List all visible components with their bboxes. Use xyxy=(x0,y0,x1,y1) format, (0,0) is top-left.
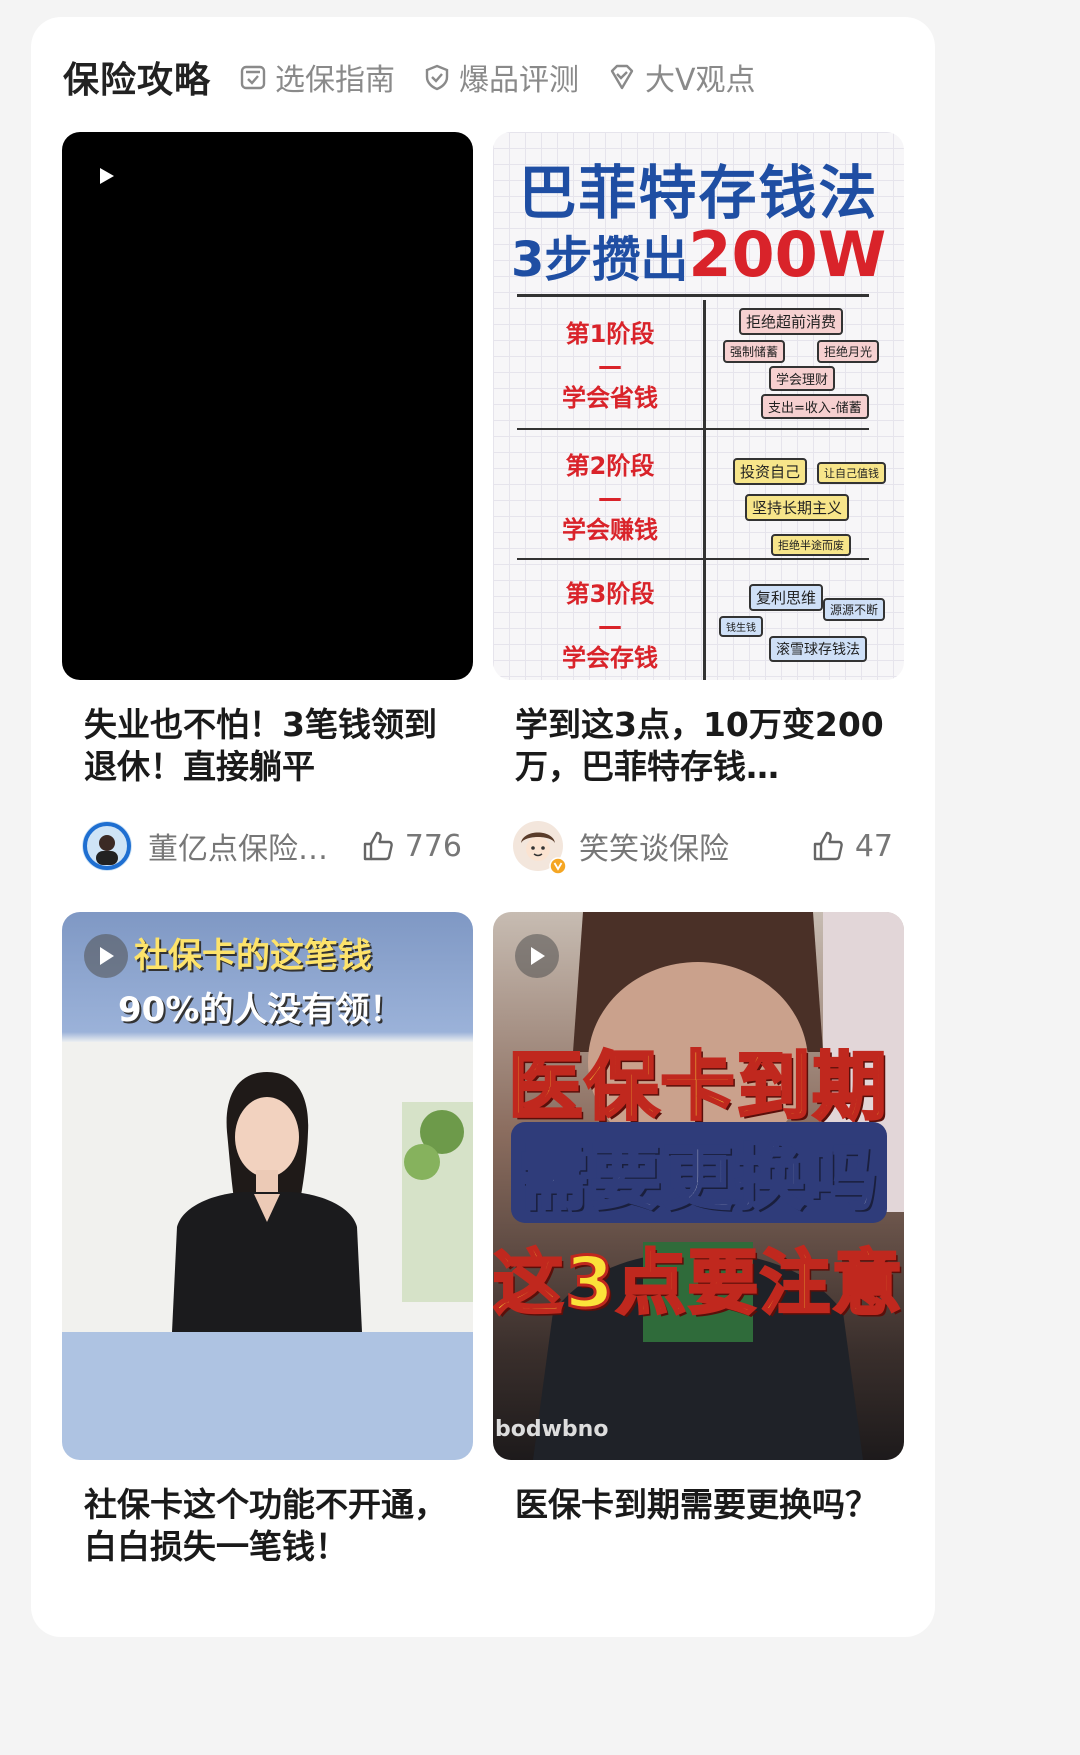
stage-3: 第3阶段 — 学会存钱 xyxy=(562,580,658,672)
stage-tag: 强制储蓄 xyxy=(723,340,786,363)
thumbnail-headline: 医保卡到期 xyxy=(507,1043,889,1132)
author-name[interactable]: 笑笑谈保险 xyxy=(579,824,729,868)
tab-label: 大V观点 xyxy=(645,63,756,98)
stage-2: 第2阶段 — 学会赚钱 xyxy=(562,452,658,544)
tab-product-review[interactable]: 爆品评测 xyxy=(423,55,579,99)
thumbnail-subheading: 3步攒出200W xyxy=(511,218,887,291)
like-count: 47 xyxy=(854,828,893,864)
checklist-icon xyxy=(240,65,266,90)
heart-check-icon xyxy=(610,64,634,90)
stage-tag: 支出=收入-储蓄 xyxy=(761,394,869,419)
stage-tag: 投资自己 xyxy=(733,458,808,485)
article-thumbnail[interactable]: 巴菲特存钱法 3步攒出200W 第1阶段 — 学会省钱 拒绝超前消费 强制储蓄 拒绝… xyxy=(493,132,904,680)
stage-tag: 钱生钱 xyxy=(719,616,763,637)
play-icon xyxy=(100,168,114,184)
play-icon xyxy=(531,947,545,965)
stage-tag: 滚雪球存钱法 xyxy=(769,636,867,662)
verified-badge-icon xyxy=(549,857,567,875)
tab-influencer-opinion[interactable]: 大V观点 xyxy=(607,55,756,99)
article-title[interactable]: 学到这3点，10万变200万，巴菲特存钱… xyxy=(515,704,885,788)
play-button[interactable] xyxy=(84,934,128,978)
article-title[interactable]: 社保卡这个功能不开通，白白损失一笔钱！ xyxy=(84,1484,454,1568)
stage-tag: 坚持长期主义 xyxy=(745,494,850,521)
divider xyxy=(517,558,869,560)
stage-tag: 拒绝月光 xyxy=(817,340,880,363)
shield-check-icon xyxy=(425,64,449,91)
divider xyxy=(517,294,869,297)
tab-label: 选保指南 xyxy=(275,63,396,98)
divider xyxy=(703,300,706,680)
play-icon xyxy=(100,947,114,965)
stage-tag: 拒绝半途而废 xyxy=(771,534,851,556)
article-title[interactable]: 失业也不怕！3笔钱领到退休！直接躺平 xyxy=(84,704,454,788)
article-card[interactable]: 巴菲特存钱法 3步攒出200W 第1阶段 — 学会省钱 拒绝超前消费 强制储蓄 拒绝… xyxy=(493,132,904,875)
avatar[interactable] xyxy=(82,821,132,871)
article-meta: 董亿点保险… 776 xyxy=(82,820,462,872)
stage-tag: 源源不断 xyxy=(823,598,886,621)
thumbnail-caption: 社保卡的这笔钱 xyxy=(134,936,372,976)
stage-1: 第1阶段 — 学会省钱 xyxy=(562,320,658,412)
play-button[interactable] xyxy=(515,934,559,978)
tab-selection-guide[interactable]: 选保指南 xyxy=(239,55,395,99)
thumbnail-headline: 需要更换吗 xyxy=(493,1122,904,1223)
tab-label: 爆品评测 xyxy=(459,63,580,98)
avatar[interactable] xyxy=(513,821,567,875)
divider xyxy=(517,428,869,430)
article-card[interactable]: 社保卡的这笔钱 90%的人没有领！ 社保卡这个功能不开通，白白损失一笔钱！ xyxy=(62,912,473,1566)
author-name[interactable]: 董亿点保险… xyxy=(148,824,328,868)
like-button[interactable]: 776 xyxy=(361,829,462,864)
article-title[interactable]: 医保卡到期需要更换吗？ xyxy=(515,1484,885,1526)
thumbs-up-icon xyxy=(363,831,393,861)
article-card[interactable]: 医保卡到期 需要更换吗 这3点要注意 bodwbno 医保卡到期需要更换吗？ xyxy=(493,912,904,1524)
presenter-image xyxy=(62,1042,473,1332)
section-title: 保险攻略 xyxy=(63,60,212,101)
video-thumbnail[interactable]: 医保卡到期 需要更换吗 这3点要注意 bodwbno xyxy=(493,912,904,1460)
stage-tag: 让自己值钱 xyxy=(817,462,886,484)
video-thumbnail[interactable] xyxy=(62,132,473,680)
insurance-guide-card: 保险攻略 选保指南 爆品评测 大V观点 失业也不怕！3笔钱领到退休！直接躺平 董 xyxy=(31,17,935,1637)
thumbnail-headline: 这3点要注意 xyxy=(493,1241,904,1326)
thumbnail-caption: 90%的人没有领！ xyxy=(118,990,404,1030)
stage-tag: 学会理财 xyxy=(769,366,836,391)
stage-tag: 复利思维 xyxy=(749,584,824,611)
article-meta: 笑笑谈保险 47 xyxy=(513,820,893,875)
stage-tag: 拒绝超前消费 xyxy=(739,308,844,335)
video-thumbnail[interactable]: 社保卡的这笔钱 90%的人没有领！ xyxy=(62,912,473,1460)
clothing-brand-text: bodwbno xyxy=(495,1417,609,1442)
section-header: 保险攻略 选保指南 爆品评测 大V观点 xyxy=(63,49,756,105)
article-card[interactable]: 失业也不怕！3笔钱领到退休！直接躺平 董亿点保险… 776 xyxy=(62,132,473,871)
like-count: 776 xyxy=(404,828,462,864)
like-button[interactable]: 47 xyxy=(811,829,893,864)
thumbs-up-icon xyxy=(813,831,843,861)
